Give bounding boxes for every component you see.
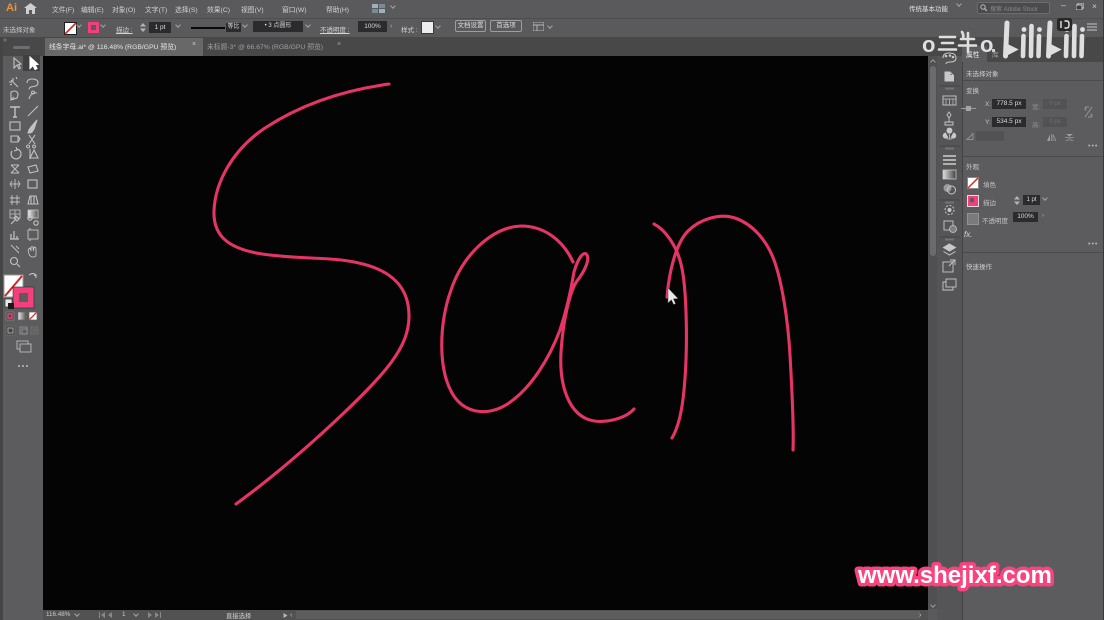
svg-text:o: o: [922, 32, 935, 57]
svg-text:www.shejixf.com: www.shejixf.com: [857, 562, 1052, 589]
svg-text:o: o: [980, 32, 993, 57]
